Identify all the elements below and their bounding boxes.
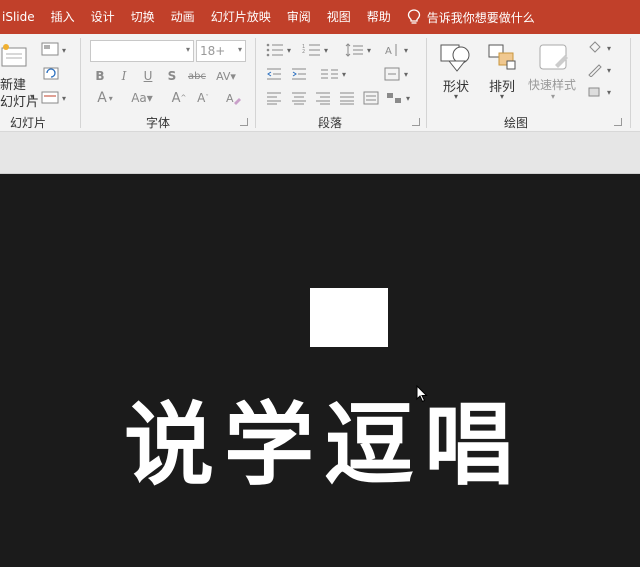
bold-icon[interactable]: B — [92, 68, 108, 84]
tab-review[interactable]: 审阅 — [279, 0, 319, 34]
line-spacing-icon[interactable]: ▾ — [345, 42, 375, 58]
arrange-icon[interactable] — [484, 40, 520, 76]
tab-view[interactable]: 视图 — [319, 0, 359, 34]
separator — [630, 38, 631, 128]
chevron-down-icon: ▾ — [185, 45, 190, 54]
powerpoint-window: iSlide 插入 设计 切换 动画 幻灯片放映 审阅 视图 帮助 告诉我你想要… — [0, 0, 640, 567]
svg-text:▾: ▾ — [367, 46, 371, 55]
svg-text:A: A — [385, 46, 392, 57]
justify-icon[interactable] — [338, 90, 356, 106]
separator — [255, 38, 256, 128]
reset-icon[interactable] — [40, 64, 62, 82]
quick-styles-icon[interactable] — [536, 40, 572, 76]
bullets-icon[interactable]: ▾ — [265, 42, 295, 58]
svg-text:A: A — [226, 92, 234, 105]
chevron-down-icon[interactable]: ▾ — [454, 92, 458, 101]
slide-title-text[interactable]: 说学逗唱 — [124, 390, 584, 500]
separator — [80, 38, 81, 128]
layout-icon[interactable]: ▾ — [40, 40, 70, 58]
font-color-icon[interactable]: A ▾ — [92, 90, 118, 106]
font-name-field[interactable]: ▾ — [90, 40, 194, 62]
slides-group-label: 幻灯片 — [10, 116, 47, 130]
underline-icon[interactable]: U — [140, 68, 156, 84]
svg-text:▾: ▾ — [324, 46, 328, 55]
svg-text:▾: ▾ — [62, 46, 66, 55]
char-spacing-icon[interactable]: AV▾ — [212, 68, 240, 84]
workspace-band — [0, 132, 640, 174]
white-rectangle-shape[interactable] — [310, 288, 388, 347]
chevron-down-icon: ▾ — [237, 45, 242, 54]
tab-design[interactable]: 设计 — [83, 0, 123, 34]
svg-text:▾: ▾ — [404, 46, 408, 55]
separator — [426, 38, 427, 128]
svg-text:▾: ▾ — [287, 46, 291, 55]
drawing-dialog-launcher-icon[interactable] — [614, 118, 622, 126]
align-left-icon[interactable] — [265, 90, 283, 106]
menu-bar: iSlide 插入 设计 切换 动画 幻灯片放映 审阅 视图 帮助 告诉我你想要… — [0, 0, 640, 34]
svg-text:▾: ▾ — [406, 94, 410, 103]
numbering-icon[interactable]: 1 2 ▾ — [302, 42, 332, 58]
svg-text:▾: ▾ — [607, 66, 611, 75]
align-right-icon[interactable] — [314, 90, 332, 106]
tell-me-text: 告诉我你想要做什么 — [426, 10, 535, 25]
font-size-field[interactable]: 18+ ▾ — [196, 40, 246, 62]
columns-icon[interactable]: ▾ — [320, 66, 350, 82]
svg-text:▾: ▾ — [607, 44, 611, 53]
align-text-icon[interactable]: ▾ — [384, 66, 412, 82]
svg-text:2: 2 — [302, 49, 305, 55]
chevron-down-icon[interactable]: ▾ — [500, 92, 504, 101]
clear-formatting-icon[interactable]: A — [224, 90, 242, 106]
change-case-icon[interactable]: Aa▾ — [128, 90, 156, 106]
font-group-label: 字体 — [146, 116, 171, 130]
align-center-icon[interactable] — [290, 90, 308, 106]
smartart-icon[interactable]: ▾ — [386, 90, 414, 106]
shapes-icon[interactable] — [438, 40, 474, 76]
font-dialog-launcher-icon[interactable] — [240, 118, 248, 126]
shape-outline-icon[interactable]: ▾ — [586, 62, 618, 78]
paragraph-dialog-launcher-icon[interactable] — [412, 118, 420, 126]
decrease-indent-icon[interactable] — [265, 66, 283, 82]
shadow-icon[interactable]: S — [164, 68, 180, 84]
quick-styles-label[interactable]: 快速样式 — [528, 76, 576, 93]
svg-text:▾: ▾ — [342, 70, 346, 79]
mouse-pointer-icon — [416, 385, 428, 403]
svg-text:▾: ▾ — [62, 94, 66, 103]
lightbulb-icon — [407, 9, 420, 24]
new-slide-icon[interactable] — [0, 42, 30, 70]
decrease-font-icon[interactable]: Aˇ — [194, 90, 212, 106]
svg-text:▾: ▾ — [607, 88, 611, 97]
paragraph-group-label: 段落 — [318, 116, 343, 130]
distributed-icon[interactable] — [362, 90, 380, 106]
italic-icon[interactable]: I — [116, 68, 132, 84]
font-size-value: 18+ — [200, 44, 226, 58]
increase-indent-icon[interactable] — [290, 66, 308, 82]
tab-help[interactable]: 帮助 — [359, 0, 399, 34]
tab-animations[interactable]: 动画 — [163, 0, 203, 34]
chevron-down-icon[interactable]: ▾ — [551, 92, 555, 101]
text-direction-icon[interactable]: A ▾ — [384, 42, 412, 58]
tab-islide[interactable]: iSlide — [0, 0, 43, 34]
tab-insert[interactable]: 插入 — [43, 0, 83, 34]
tab-transitions[interactable]: 切换 — [123, 0, 163, 34]
slide-canvas[interactable]: 说学逗唱 — [0, 175, 640, 567]
tab-slideshow[interactable]: 幻灯片放映 — [203, 0, 279, 34]
new-slide-dropdown-icon[interactable]: ▾ — [30, 92, 34, 101]
section-icon[interactable]: ▾ — [40, 88, 70, 106]
ribbon: 新建 幻灯片 ▾ ▾ ▾ 幻灯片 ▾ 18+ ▾ B I U S abc AV▾… — [0, 34, 640, 132]
tell-me-box[interactable]: 告诉我你想要做什么 — [407, 9, 535, 26]
strikethrough-icon[interactable]: abc — [186, 68, 208, 84]
shape-effects-icon[interactable]: ▾ — [586, 84, 618, 100]
increase-font-icon[interactable]: A ^ — [170, 90, 188, 106]
drawing-group-label: 绘图 — [504, 116, 529, 130]
shape-fill-icon[interactable]: ▾ — [586, 40, 618, 56]
svg-text:▾: ▾ — [404, 70, 408, 79]
